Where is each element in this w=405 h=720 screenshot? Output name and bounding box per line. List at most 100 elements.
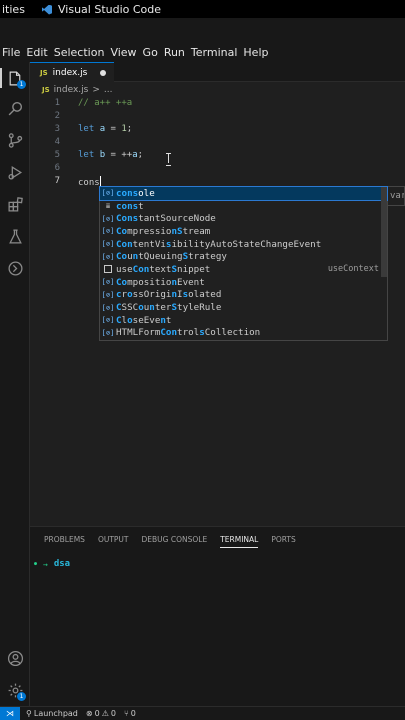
suggestion-char: e: [210, 213, 216, 225]
testing-icon[interactable]: [5, 226, 25, 246]
menu-run[interactable]: Run: [161, 46, 188, 59]
rocket-icon: ⚲: [26, 709, 32, 718]
remote-explorer-icon[interactable]: [5, 258, 25, 278]
breadcrumb-symbol[interactable]: ...: [104, 85, 113, 95]
remote-indicator-icon[interactable]: ⋊: [0, 706, 20, 720]
code-line: 3 let a = 1;: [30, 124, 405, 137]
suggestion-match: cons: [116, 187, 139, 199]
tab-problems[interactable]: PROBLEMS: [44, 535, 85, 548]
suggestion-label: useContextSnippet: [116, 264, 210, 275]
suggestion-char: m: [204, 225, 211, 237]
terminal-status-dot-icon: ●: [34, 561, 38, 567]
menu-selection[interactable]: Selection: [51, 46, 108, 59]
prompt-arrow-icon: →: [43, 559, 48, 569]
suggestion-item[interactable]: [⊘] console: [99, 186, 388, 201]
code-line: 1 // a++ ++a: [30, 98, 405, 111]
launchpad-label: Launchpad: [33, 709, 78, 718]
source-control-icon[interactable]: [5, 130, 25, 150]
vscode-logo-icon: [42, 4, 52, 15]
warning-count: 0: [110, 709, 116, 718]
error-icon: ⊗: [85, 709, 93, 718]
keyword-icon: ≣: [105, 202, 111, 211]
system-app-indicator[interactable]: Visual Studio Code: [42, 3, 161, 16]
suggestion-item[interactable]: [⊘] ConstantSourceNode: [100, 212, 387, 225]
menu-go[interactable]: Go: [140, 46, 161, 59]
ibeam-cursor-icon: [166, 153, 172, 166]
chevron-right-icon: >: [92, 85, 100, 95]
suggestion-rest: t: [138, 200, 144, 212]
line-content-current: cons: [78, 176, 101, 188]
tab-index-js[interactable]: JS index.js: [30, 62, 114, 82]
tab-output[interactable]: OUTPUT: [98, 535, 129, 548]
ports-icon: ⑂: [123, 709, 129, 718]
warning-icon: ⚠: [101, 709, 109, 718]
variable-icon: [⊘]: [101, 214, 115, 223]
line-number: 1: [54, 98, 60, 108]
menu-view[interactable]: View: [107, 46, 139, 59]
bottom-panel: PROBLEMS OUTPUT DEBUG CONSOLE TERMINAL P…: [30, 526, 405, 706]
code-line: 5 let b = ++a;: [30, 150, 405, 163]
terminal-prompt[interactable]: ● → dsa: [34, 559, 70, 569]
suggestion-char: d: [215, 289, 222, 301]
extensions-icon[interactable]: [5, 194, 25, 214]
suggestion-rest: ole: [138, 187, 155, 199]
title-bar: [0, 18, 405, 42]
menu-terminal[interactable]: Terminal: [188, 46, 241, 59]
terminal-cwd: dsa: [53, 559, 71, 569]
line-number: 7: [54, 176, 60, 186]
tab-debug-console[interactable]: DEBUG CONSOLE: [142, 535, 208, 548]
system-activities-label[interactable]: ities: [2, 3, 25, 16]
tab-ports[interactable]: PORTS: [271, 535, 295, 548]
suggestion-item[interactable]: [⊘] HTMLFormControlsCollection: [100, 327, 387, 340]
breadcrumb-file[interactable]: index.js: [54, 85, 89, 95]
search-icon[interactable]: [5, 98, 25, 118]
line-content: let b = ++a;: [78, 150, 144, 160]
code-line: 2: [30, 111, 405, 124]
variable-icon: [⊘]: [101, 328, 115, 337]
run-debug-icon[interactable]: [5, 162, 25, 182]
launchpad-item[interactable]: ⚲ Launchpad: [26, 709, 78, 718]
suggestion-char: e: [215, 302, 222, 314]
variable-icon: [⊘]: [101, 252, 115, 261]
suggestion-label: HTMLFormControlsCollection: [116, 327, 260, 338]
suggestion-item[interactable]: useContextSnippet useContext: [100, 263, 387, 276]
suggestion-item[interactable]: [⊘] crossOriginIsolated: [100, 289, 387, 302]
line-number: 3: [54, 124, 60, 134]
suggestion-item[interactable]: [⊘] CompressionStream: [100, 225, 387, 238]
tab-terminal[interactable]: TERMINAL: [220, 535, 259, 548]
menu-edit[interactable]: Edit: [23, 46, 50, 59]
menu-bar: File Edit Selection View Go Run Terminal…: [0, 42, 405, 62]
menu-help[interactable]: Help: [240, 46, 271, 59]
explorer-badge: 1: [17, 80, 26, 89]
explorer-icon[interactable]: 1: [5, 68, 26, 89]
menu-file[interactable]: File: [0, 46, 23, 59]
editor-tab-bar: JS index.js: [30, 62, 405, 82]
activity-bar: 1 1: [0, 62, 30, 706]
variable-icon: [⊘]: [101, 240, 115, 249]
snippet-icon: [104, 265, 112, 274]
settings-icon[interactable]: 1: [5, 680, 26, 701]
suggestion-char: t: [199, 276, 205, 288]
suggestion-label: CloseEvent: [116, 315, 171, 326]
suggestion-item[interactable]: [⊘] CompositionEvent: [100, 276, 387, 289]
system-app-title: Visual Studio Code: [58, 3, 162, 16]
variable-icon: [⊘]: [101, 278, 115, 287]
suggestion-label: CountQueuingStrategy: [116, 251, 227, 262]
status-bar: ⋊ ⚲ Launchpad ⊗ 0 ⚠ 0 ⑂ 0: [0, 706, 405, 720]
suggestion-item[interactable]: [⊘] CountQueuingStrategy: [100, 250, 387, 263]
suggestion-scrollbar[interactable]: [381, 187, 387, 277]
unsaved-dot-icon[interactable]: [100, 70, 106, 76]
suggestion-label: CompressionStream: [116, 226, 210, 237]
line-content: // a++ ++a: [78, 98, 133, 108]
suggestion-item[interactable]: [⊘] CSSCounterStyleRule: [100, 301, 387, 314]
suggestion-item[interactable]: ≣ const: [100, 200, 387, 213]
error-count: 0: [94, 709, 100, 718]
tab-label: index.js: [52, 67, 88, 78]
suggestion-item[interactable]: [⊘] CloseEvent: [100, 314, 387, 327]
ports-indicator[interactable]: ⑂ 0: [124, 709, 136, 718]
problems-indicator[interactable]: ⊗ 0 ⚠ 0: [86, 709, 116, 718]
suggestion-char: t: [315, 238, 322, 250]
account-icon[interactable]: [5, 648, 25, 668]
suggestion-item[interactable]: [⊘] ContentVisibilityAutoStateChangeEvent: [100, 238, 387, 251]
suggestion-char: t: [204, 263, 211, 275]
